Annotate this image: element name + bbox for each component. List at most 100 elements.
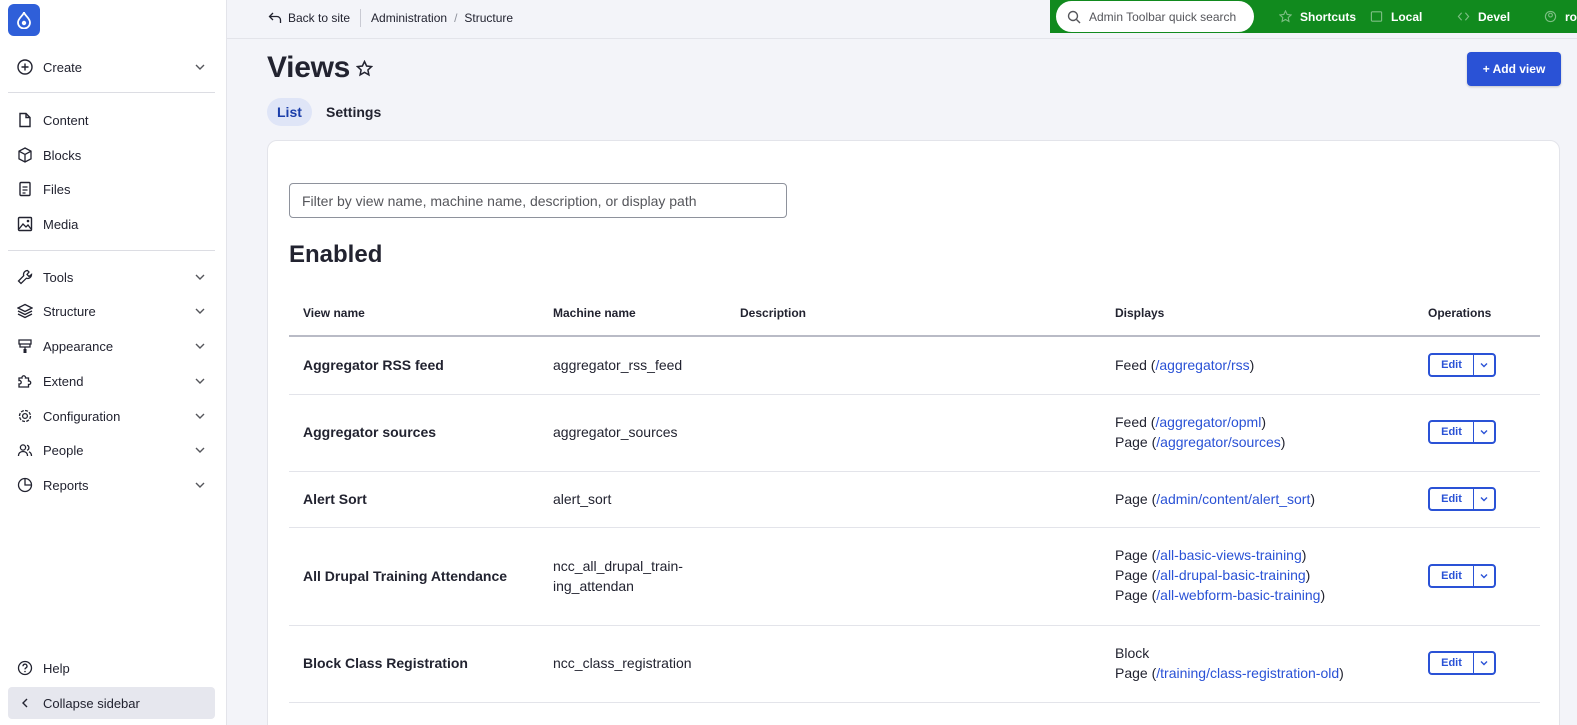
display-path-link[interactable]: /all-webform-basic-training: [1156, 587, 1320, 603]
operations-toggle[interactable]: [1474, 355, 1494, 375]
display-path-link[interactable]: /aggregator/sources: [1156, 434, 1281, 450]
edit-button[interactable]: Edit: [1430, 489, 1474, 509]
sidebar-item-label: Files: [43, 181, 71, 197]
favorite-star-icon[interactable]: [356, 60, 373, 77]
operations-dropbutton: Edit: [1428, 353, 1496, 377]
machine-name: aggregator_rss_feed: [553, 357, 683, 373]
machine-name: ncc_class_registration: [553, 655, 692, 671]
filter-placeholder: Filter by view name, machine name, descr…: [302, 192, 697, 209]
chevron-down-icon: [195, 482, 205, 488]
chevron-down-icon: [1480, 661, 1488, 666]
operations-dropbutton: Edit: [1428, 487, 1496, 511]
row-divider: [289, 625, 1540, 626]
sidebar-item-label: Tools: [43, 269, 74, 285]
edit-button[interactable]: Edit: [1430, 355, 1474, 375]
pie-chart-icon: [16, 476, 34, 494]
breadcrumb-item-administration[interactable]: Administration: [371, 11, 447, 25]
devel-label: Devel: [1478, 9, 1511, 24]
view-name: Aggregator sources: [303, 424, 437, 440]
operations-dropbutton: Edit: [1428, 651, 1496, 675]
sidebar-item-tools[interactable]: Tools: [8, 262, 215, 292]
shortcuts-label: Shortcuts: [1300, 9, 1357, 24]
server-icon: [1370, 11, 1383, 22]
file-icon: [16, 111, 34, 129]
view-name: Alert Sort: [303, 491, 367, 507]
sidebar-item-configuration[interactable]: Configuration: [8, 401, 215, 431]
display-path-link[interactable]: /aggregator/opml: [1155, 414, 1261, 430]
sidebar-item-files[interactable]: Files: [8, 174, 215, 204]
sidebar-item-media[interactable]: Media: [8, 209, 215, 239]
sidebar-item-extend[interactable]: Extend: [8, 366, 215, 396]
chevron-down-icon: [195, 378, 205, 384]
help-icon: [16, 659, 34, 677]
tab-settings[interactable]: Settings: [326, 98, 381, 126]
sidebar-item-label: People: [43, 442, 84, 458]
cube-icon: [16, 146, 34, 164]
operations-toggle[interactable]: [1474, 422, 1494, 442]
files-icon: [16, 180, 34, 198]
column-header-operations: Operations: [1428, 306, 1492, 320]
operations-toggle[interactable]: [1474, 489, 1494, 509]
filter-views-input[interactable]: Filter by view name, machine name, descr…: [289, 183, 787, 218]
operations-toggle[interactable]: [1474, 653, 1494, 673]
sidebar-item-people[interactable]: People: [8, 435, 215, 465]
column-header-description: Description: [740, 306, 807, 320]
sidebar-item-label: Appearance: [43, 338, 114, 354]
add-view-button[interactable]: + Add view: [1467, 52, 1561, 86]
tab-list[interactable]: List: [267, 98, 312, 126]
sidebar: Create Content Blocks Files Media Tools …: [0, 0, 227, 725]
display-path-link[interactable]: /aggregator/rss: [1155, 357, 1249, 373]
sidebar-item-label: Content: [43, 112, 89, 128]
chevron-down-icon: [195, 64, 205, 70]
sidebar-item-label: Configuration: [43, 408, 121, 424]
search-icon: [1067, 10, 1081, 23]
sidebar-item-reports[interactable]: Reports: [8, 470, 215, 500]
chevron-down-icon: [1480, 497, 1488, 502]
chevron-down-icon: [1480, 430, 1488, 435]
column-header-machine-name: Machine name: [553, 306, 636, 320]
chevron-down-icon: [195, 274, 205, 280]
operations-dropbutton: Edit: [1428, 420, 1496, 444]
edit-button[interactable]: Edit: [1430, 422, 1474, 442]
sidebar-item-label: Structure: [43, 303, 96, 319]
gear-icon: [16, 407, 34, 425]
display-path-link[interactable]: /admin/content/alert_sort: [1156, 491, 1310, 507]
image-icon: [16, 215, 34, 233]
sidebar-item-content[interactable]: Content: [8, 105, 215, 135]
drupal-logo[interactable]: [8, 4, 40, 36]
toolbar-shortcuts[interactable]: Shortcuts: [1279, 0, 1356, 33]
sidebar-item-label: Blocks: [43, 147, 82, 163]
operations-toggle[interactable]: [1474, 566, 1494, 586]
admin-toolbar: Admin Toolbar quick search Shortcuts Loc…: [1050, 0, 1577, 33]
sidebar-item-help[interactable]: Help: [8, 653, 215, 683]
display-path-link[interactable]: /training/class-registration-old: [1156, 665, 1339, 681]
user-icon: [1544, 10, 1557, 23]
sidebar-item-appearance[interactable]: Appearance: [8, 331, 215, 361]
puzzle-icon: [16, 372, 34, 390]
toolbar-local[interactable]: Local: [1370, 0, 1422, 33]
machine-name: ncc_all_drupal_train- ing_attendan: [553, 558, 683, 594]
sidebar-item-label: Create: [43, 59, 83, 75]
toolbar-devel[interactable]: Devel: [1457, 0, 1510, 33]
admin-toolbar-search-input[interactable]: Admin Toolbar quick search: [1056, 1, 1254, 32]
collapse-sidebar-button[interactable]: Collapse sidebar: [8, 687, 215, 719]
displays-cell: Feed (/aggregator/opml) Page (/aggregato…: [1115, 414, 1286, 450]
edit-button[interactable]: Edit: [1430, 653, 1474, 673]
sidebar-item-blocks[interactable]: Blocks: [8, 140, 215, 170]
display-path-link[interactable]: /all-drupal-basic-training: [1156, 567, 1305, 583]
layers-icon: [16, 302, 34, 320]
row-divider: [289, 471, 1540, 472]
displays-cell: Block Page (/training/class-registration…: [1115, 645, 1344, 681]
row-divider: [289, 702, 1540, 703]
sidebar-item-label: Help: [43, 660, 70, 676]
displays-cell: Page (/all-basic-views-training) Page (/…: [1115, 547, 1326, 603]
toolbar-user[interactable]: root: [1544, 0, 1577, 33]
display-path-link[interactable]: /all-basic-views-training: [1156, 547, 1302, 563]
back-to-site-link[interactable]: Back to site: [268, 9, 362, 27]
sidebar-item-structure[interactable]: Structure: [8, 296, 215, 326]
sidebar-item-create[interactable]: Create: [8, 52, 215, 82]
breadcrumb-item-structure[interactable]: Structure: [464, 11, 513, 25]
edit-button[interactable]: Edit: [1430, 566, 1474, 586]
people-icon: [16, 441, 34, 459]
operations-dropbutton: Edit: [1428, 564, 1496, 588]
